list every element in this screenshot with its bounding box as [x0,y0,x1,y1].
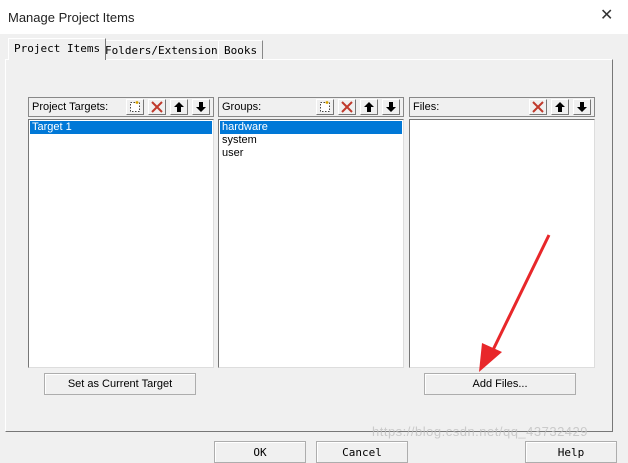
list-item[interactable]: hardware [220,121,402,134]
move-target-down-button[interactable] [192,99,210,115]
arrow-up-icon [174,102,184,112]
targets-header: Project Targets: [28,97,214,117]
delete-file-button[interactable] [529,99,547,115]
groups-list[interactable]: hardware system user [218,119,404,368]
move-target-up-button[interactable] [170,99,188,115]
set-current-target-button[interactable]: Set as Current Target [44,373,196,395]
delete-icon [532,101,544,113]
tab-folders-extensions[interactable]: Folders/Extensions [99,40,231,59]
new-item-icon [130,101,140,112]
cancel-button[interactable]: Cancel [316,441,408,463]
delete-icon [341,101,353,113]
watermark: https://blog.csdn.net/qq_43732429 [372,424,588,439]
new-group-button[interactable] [316,99,334,115]
list-item[interactable]: Target 1 [30,121,212,134]
delete-target-button[interactable] [148,99,166,115]
groups-header: Groups: [218,97,404,117]
title-bar: Manage Project Items ✕ [0,0,628,34]
new-item-icon [320,101,330,112]
arrow-up-icon [555,102,565,112]
ok-button[interactable]: OK [214,441,306,463]
arrow-up-icon [364,102,374,112]
new-target-button[interactable] [126,99,144,115]
window-title: Manage Project Items [8,10,135,25]
files-header: Files: [409,97,595,117]
arrow-down-icon [577,102,587,112]
targets-list[interactable]: Target 1 [28,119,214,368]
delete-group-button[interactable] [338,99,356,115]
tab-books[interactable]: Books [218,40,264,59]
help-button[interactable]: Help [525,441,617,463]
files-list[interactable] [409,119,595,368]
move-file-up-button[interactable] [551,99,569,115]
arrow-down-icon [386,102,396,112]
groups-header-label: Groups: [222,101,262,113]
move-group-up-button[interactable] [360,99,378,115]
files-header-label: Files: [413,101,440,113]
close-icon[interactable]: ✕ [600,8,613,24]
list-item[interactable]: user [220,147,402,160]
tab-project-items[interactable]: Project Items [8,38,107,60]
move-group-down-button[interactable] [382,99,400,115]
move-file-down-button[interactable] [573,99,591,115]
arrow-down-icon [196,102,206,112]
delete-icon [151,101,163,113]
targets-header-label: Project Targets: [32,101,109,113]
list-item[interactable]: system [220,134,402,147]
add-files-button[interactable]: Add Files... [424,373,576,395]
